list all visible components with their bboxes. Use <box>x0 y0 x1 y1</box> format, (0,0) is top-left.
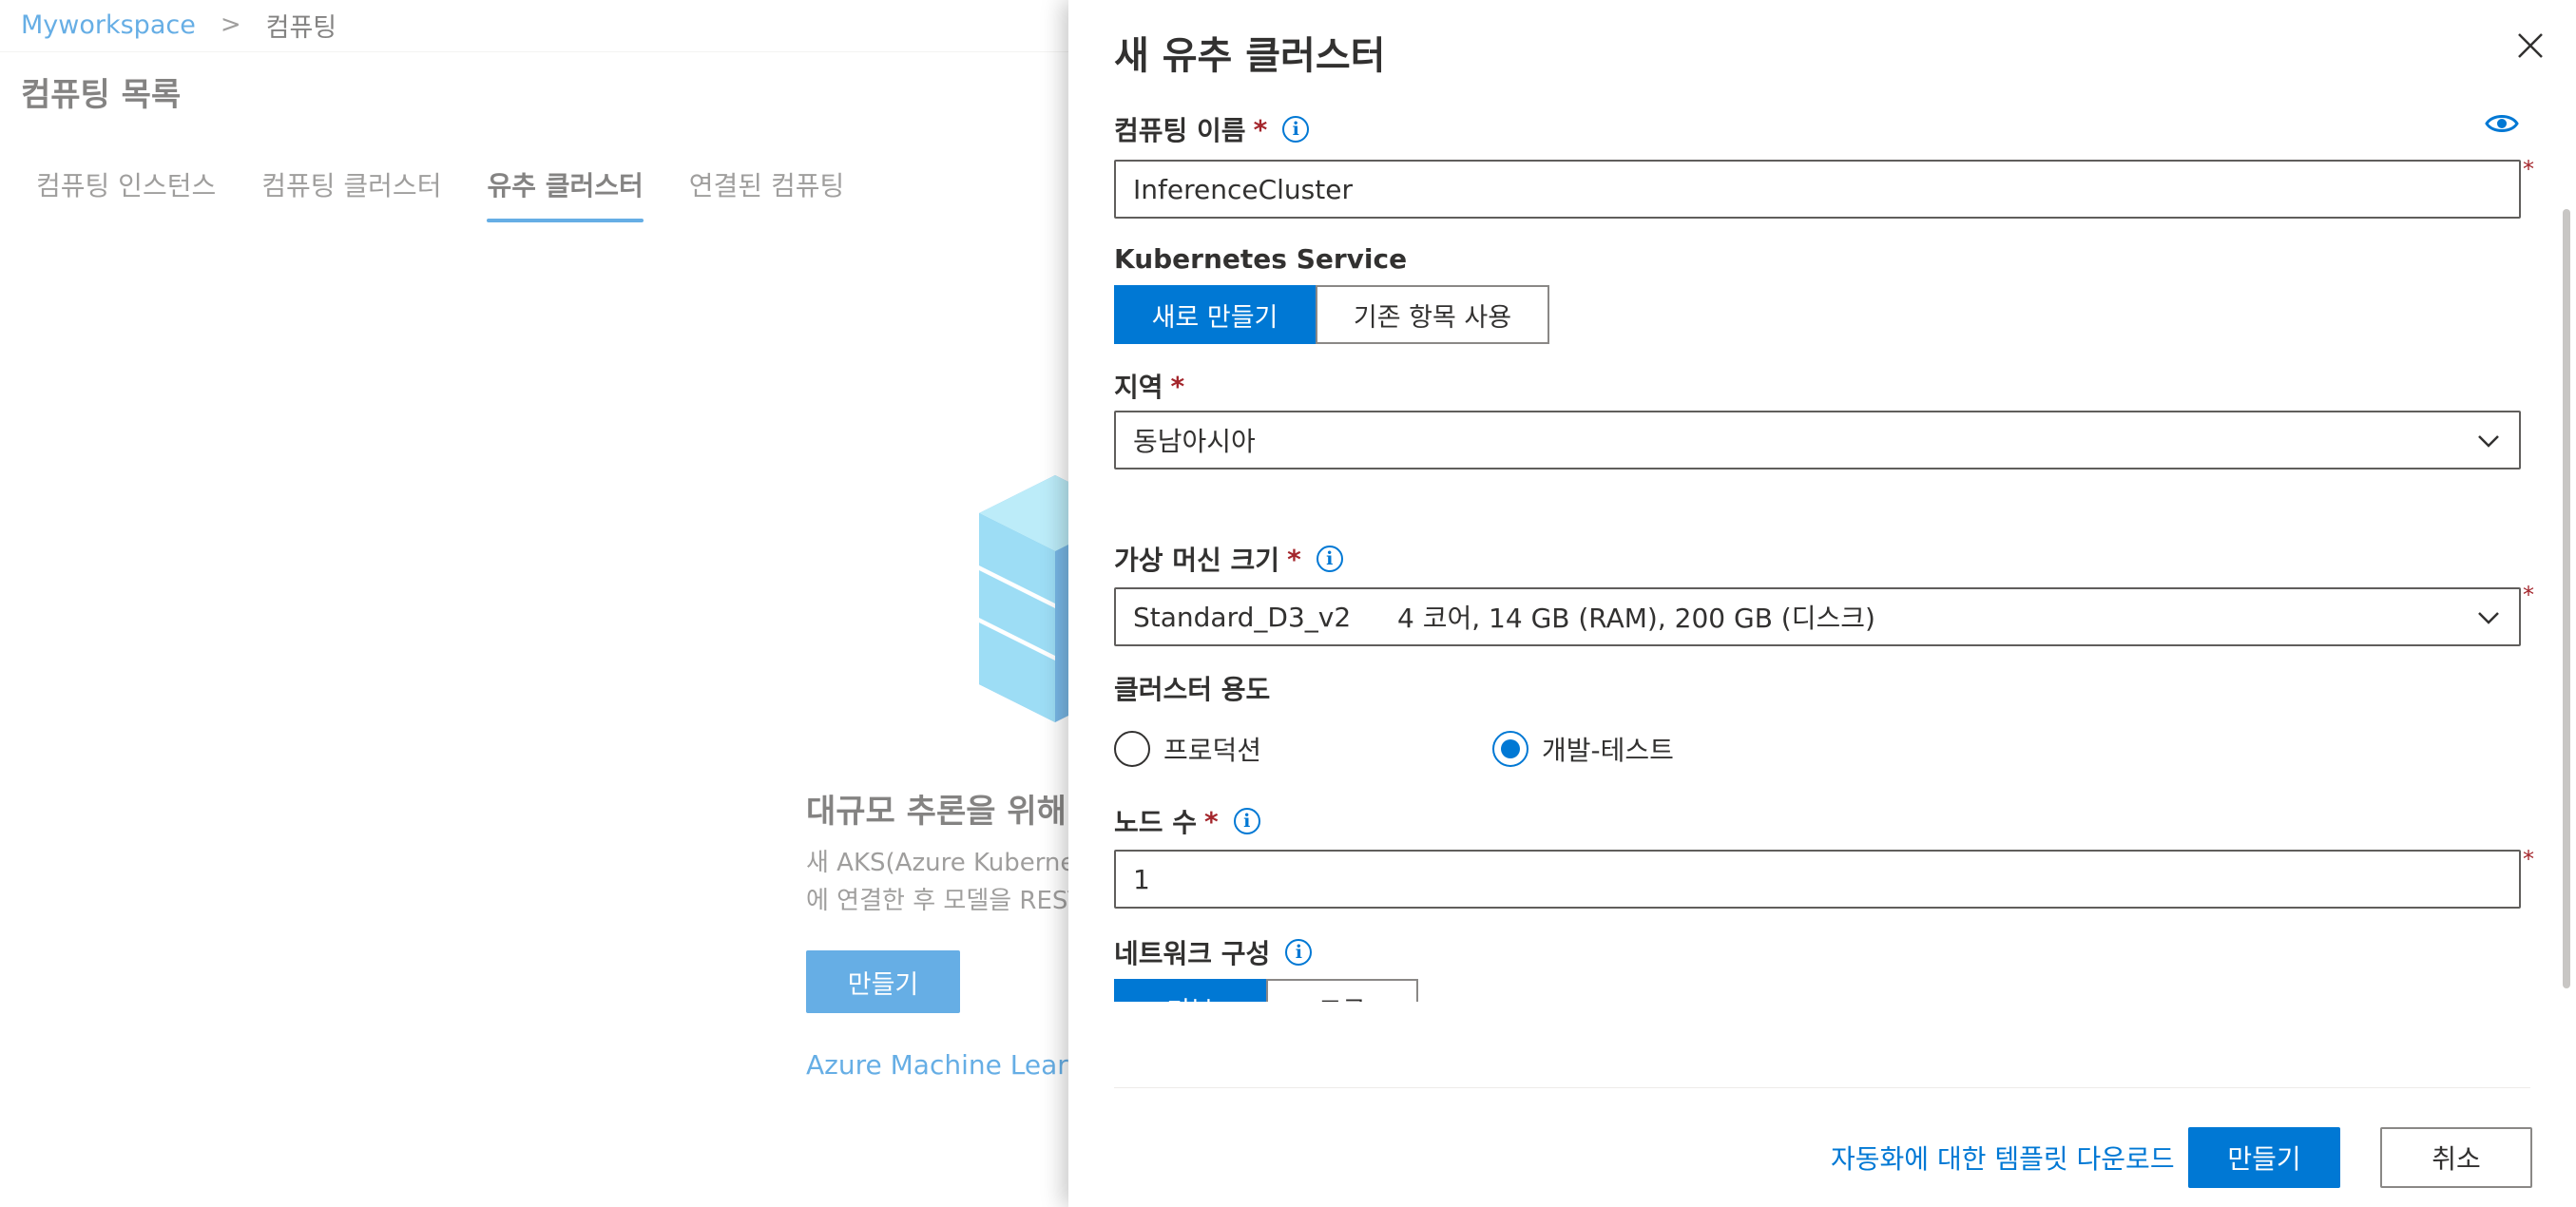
radio-dot <box>1501 739 1520 758</box>
required-marker: * <box>2523 156 2534 182</box>
panel-title: 새 유추 클러스터 <box>1114 34 1386 78</box>
eye-icon[interactable] <box>2485 112 2519 135</box>
required-marker: * <box>1170 370 1185 402</box>
compute-name-input[interactable]: InferenceCluster <box>1114 160 2521 219</box>
info-icon[interactable]: i <box>1282 116 1310 143</box>
info-icon[interactable]: i <box>1316 546 1343 572</box>
kubernetes-service-toggle: 새로 만들기 기존 항목 사용 <box>1114 285 1549 344</box>
create-button[interactable]: 만들기 <box>2188 1127 2340 1188</box>
kubernetes-service-label: Kubernetes Service <box>1114 243 1408 275</box>
radio-circle-checked <box>1492 731 1528 767</box>
network-config-label: 네트워크 구성 i <box>1114 933 1313 971</box>
node-count-input[interactable]: 1 <box>1114 850 2521 909</box>
network-config-toggle: 기본 고급 <box>1114 979 1418 1002</box>
cancel-button[interactable]: 취소 <box>2380 1127 2532 1188</box>
create-new-option[interactable]: 새로 만들기 <box>1114 285 1316 344</box>
new-inference-cluster-panel: 새 유추 클러스터 컴퓨팅 이름 * i InferenceCluster * … <box>1068 0 2576 1207</box>
panel-form: 컴퓨팅 이름 * i InferenceCluster * Kubernetes… <box>1068 99 2576 1002</box>
compute-name-label: 컴퓨팅 이름 * i <box>1114 110 1310 148</box>
use-existing-option[interactable]: 기존 항목 사용 <box>1316 285 1549 344</box>
network-config-label-text: 네트워크 구성 <box>1114 938 1271 969</box>
vm-size-dropdown[interactable]: Standard_D3_v2 4 코어, 14 GB (RAM), 200 GB… <box>1114 587 2521 646</box>
vm-size-spec: 4 코어, 14 GB (RAM), 200 GB (디스크) <box>1397 603 1875 634</box>
node-count-label-text: 노드 수 <box>1114 807 1198 838</box>
radio-circle <box>1114 731 1150 767</box>
region-dropdown[interactable]: 동남아시아 <box>1114 411 2521 469</box>
radio-dev-test-label: 개발-테스트 <box>1542 735 1674 766</box>
radio-dev-test[interactable]: 개발-테스트 <box>1492 730 1674 768</box>
panel-scrollbar[interactable] <box>2563 209 2570 988</box>
vm-size-label: 가상 머신 크기 * i <box>1114 540 1343 578</box>
chevron-down-icon <box>2478 435 2499 448</box>
node-count-label: 노드 수 * i <box>1114 802 1260 840</box>
required-marker: * <box>1287 543 1301 575</box>
region-value: 동남아시아 <box>1133 426 1256 457</box>
vm-size-name: Standard_D3_v2 <box>1133 601 1352 633</box>
chevron-down-icon <box>2478 612 2499 624</box>
vm-size-label-text: 가상 머신 크기 <box>1114 545 1280 576</box>
cluster-purpose-label: 클러스터 용도 <box>1114 674 1271 705</box>
close-button[interactable] <box>2509 25 2551 67</box>
network-advanced-option[interactable]: 고급 <box>1266 979 1418 1002</box>
info-icon[interactable]: i <box>1233 808 1260 834</box>
compute-name-label-text: 컴퓨팅 이름 <box>1114 115 1246 146</box>
required-marker: * <box>2523 582 2534 608</box>
modal-overlay[interactable] <box>0 0 1068 1207</box>
region-label: 지역 * <box>1114 367 1184 405</box>
region-label-text: 지역 <box>1114 372 1163 403</box>
radio-production-label: 프로덕션 <box>1163 735 1262 766</box>
download-template-link[interactable]: 자동화에 대한 템플릿 다운로드 <box>1831 1139 2175 1177</box>
footer-divider <box>1114 1087 2530 1088</box>
radio-production[interactable]: 프로덕션 <box>1114 730 1261 768</box>
required-marker: * <box>1253 113 1268 145</box>
required-marker: * <box>1204 805 1219 837</box>
info-icon[interactable]: i <box>1285 939 1313 966</box>
close-icon <box>2518 33 2543 58</box>
required-marker: * <box>2523 846 2534 872</box>
network-basic-option[interactable]: 기본 <box>1114 979 1266 1002</box>
